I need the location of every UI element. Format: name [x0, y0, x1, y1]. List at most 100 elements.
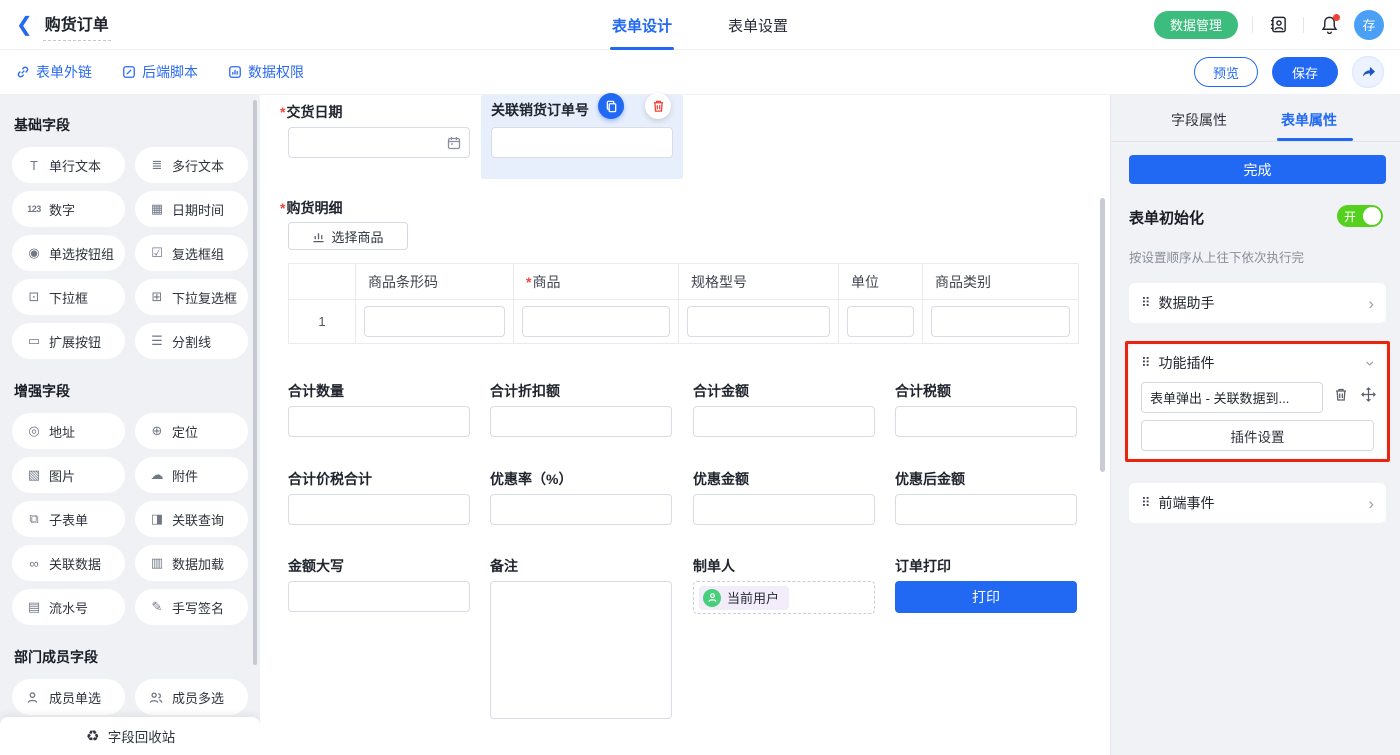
field-label-amount-words: 金额大写 — [288, 556, 344, 576]
field-item-single-line-text[interactable]: T单行文本 — [12, 147, 125, 183]
form-init-label: 表单初始化 — [1129, 207, 1204, 228]
drag-handle-icon[interactable]: ⠿ — [1141, 355, 1150, 371]
field-item-image[interactable]: ▧图片 — [12, 457, 125, 493]
properties-panel: 字段属性 表单属性 完成 表单初始化 开 按设置顺序从上往下依次执行完 ⠿ 数据… — [1110, 95, 1400, 755]
plugin-delete-button[interactable] — [1334, 387, 1348, 402]
contact-book-icon[interactable] — [1267, 14, 1289, 36]
preview-button[interactable]: 预览 — [1194, 57, 1258, 87]
divider-icon: ☰ — [149, 333, 165, 349]
amount-words-input[interactable] — [288, 581, 470, 612]
drag-handle-icon[interactable]: ⠿ — [1141, 495, 1150, 511]
delivery-date-input[interactable] — [288, 127, 470, 158]
row-index: 1 — [289, 300, 356, 344]
select-product-button[interactable]: 选择商品 — [288, 222, 408, 250]
plugin-select[interactable]: 表单弹出 - 关联数据到... — [1141, 382, 1323, 413]
category-input[interactable] — [931, 306, 1070, 337]
back-icon[interactable]: ❮ — [16, 15, 33, 35]
field-item-member-multi[interactable]: 成员多选 — [135, 679, 248, 715]
field-item-dropdown[interactable]: ⊡下拉框 — [12, 279, 125, 315]
total-with-tax-input[interactable] — [288, 494, 470, 525]
data-permission-button[interactable]: 数据权限 — [228, 62, 304, 82]
total-discount-input[interactable] — [490, 406, 672, 437]
notification-dot — [1333, 14, 1340, 21]
single-line-text-icon: T — [26, 158, 42, 173]
copy-field-button[interactable] — [598, 93, 624, 119]
unit-input[interactable] — [847, 306, 914, 337]
extended-button-icon: ▭ — [26, 333, 42, 349]
field-item-data-load[interactable]: ▥数据加载 — [135, 545, 248, 581]
field-item-datetime[interactable]: ▦日期时间 — [135, 191, 248, 227]
tab-form-properties[interactable]: 表单属性 — [1281, 110, 1337, 130]
discount-amount-input[interactable] — [693, 494, 875, 525]
print-button[interactable]: 打印 — [895, 581, 1077, 613]
barcode-input[interactable] — [364, 306, 505, 337]
discount-rate-input[interactable] — [490, 494, 672, 525]
product-input[interactable] — [522, 306, 670, 337]
field-item-checkbox-group[interactable]: ☑复选框组 — [135, 235, 248, 271]
field-item-serial-number[interactable]: ▤流水号 — [12, 589, 125, 625]
plugin-move-button[interactable] — [1361, 387, 1376, 402]
notification-bell-icon[interactable] — [1318, 14, 1340, 36]
field-item-attachment[interactable]: ☁附件 — [135, 457, 248, 493]
dropdown-icon: ⊡ — [26, 289, 42, 305]
share-button[interactable] — [1352, 56, 1384, 88]
after-discount-input[interactable] — [895, 494, 1077, 525]
field-recycle-bin-button[interactable]: ♻ 字段回收站 — [0, 717, 260, 755]
bar-chart-icon — [312, 230, 325, 243]
data-manage-button[interactable]: 数据管理 — [1154, 11, 1238, 39]
tab-form-settings[interactable]: 表单设置 — [728, 0, 788, 50]
delete-field-button[interactable] — [645, 93, 671, 119]
location-icon: ⊕ — [149, 423, 165, 439]
remark-textarea[interactable] — [490, 581, 672, 719]
user-avatar[interactable]: 存 — [1354, 10, 1384, 40]
save-button[interactable]: 保存 — [1272, 57, 1338, 87]
plugin-card-header[interactable]: ⠿ 功能插件 › — [1141, 347, 1374, 379]
field-item-signature[interactable]: ✎手写签名 — [135, 589, 248, 625]
field-item-linked-data[interactable]: ∞关联数据 — [12, 545, 125, 581]
section-title-basic-fields: 基础字段 — [14, 115, 248, 135]
field-item-radio-group[interactable]: ◉单选按钮组 — [12, 235, 125, 271]
external-link-button[interactable]: 表单外链 — [16, 62, 92, 82]
user-person-icon — [703, 589, 721, 607]
field-item-multi-line-text[interactable]: ≣多行文本 — [135, 147, 248, 183]
creator-field[interactable]: 当前用户 — [693, 581, 875, 614]
top-header: ❮ 购货订单 表单设计 表单设置 数据管理 存 — [0, 0, 1400, 50]
spec-input[interactable] — [687, 306, 830, 337]
field-item-subform[interactable]: ⧉子表单 — [12, 501, 125, 537]
section-title-enhanced-fields: 增强字段 — [14, 381, 248, 401]
field-item-location[interactable]: ⊕定位 — [135, 413, 248, 449]
tab-field-properties[interactable]: 字段属性 — [1171, 110, 1227, 130]
related-order-input[interactable] — [491, 127, 673, 158]
field-library-sidebar: 基础字段 T单行文本 ≣多行文本 123数字 ▦日期时间 ◉单选按钮组 ☑复选框… — [0, 95, 260, 755]
canvas-scrollbar[interactable] — [1100, 198, 1105, 472]
header-tabs: 表单设计 表单设置 — [612, 0, 788, 50]
total-tax-input[interactable] — [895, 406, 1077, 437]
card-front-event[interactable]: ⠿ 前端事件 › — [1129, 483, 1386, 523]
script-icon — [122, 65, 136, 79]
field-item-divider[interactable]: ☰分割线 — [135, 323, 248, 359]
sidebar-scrollbar[interactable] — [253, 100, 257, 665]
plugin-settings-button[interactable]: 插件设置 — [1141, 420, 1374, 451]
section-title-member-fields: 部门成员字段 — [14, 647, 248, 667]
field-item-address[interactable]: ◎地址 — [12, 413, 125, 449]
tab-form-design[interactable]: 表单设计 — [612, 0, 672, 50]
form-init-toggle[interactable]: 开 — [1337, 205, 1383, 227]
field-item-number[interactable]: 123数字 — [12, 191, 125, 227]
execution-order-hint: 按设置顺序从上往下依次执行完 — [1129, 247, 1304, 266]
field-label-total-with-tax: 合计价税合计 — [288, 469, 372, 489]
field-item-linked-query[interactable]: ◨关联查询 — [135, 501, 248, 537]
permission-icon — [228, 65, 242, 79]
done-button[interactable]: 完成 — [1129, 155, 1386, 184]
card-data-assistant[interactable]: ⠿ 数据助手 › — [1129, 283, 1386, 323]
form-title[interactable]: 购货订单 — [43, 9, 111, 41]
member-multi-icon — [149, 691, 165, 704]
total-quantity-input[interactable] — [288, 406, 470, 437]
backend-script-button[interactable]: 后端脚本 — [122, 62, 198, 82]
member-single-icon — [26, 691, 42, 704]
field-item-extended-button[interactable]: ▭扩展按钮 — [12, 323, 125, 359]
form-canvas: *交货日期 关联销货订单号 *购货明细 — [260, 95, 1110, 755]
field-item-member-single[interactable]: 成员单选 — [12, 679, 125, 715]
total-amount-input[interactable] — [693, 406, 875, 437]
field-item-dropdown-multi[interactable]: ⊞下拉复选框 — [135, 279, 248, 315]
drag-handle-icon[interactable]: ⠿ — [1141, 295, 1150, 311]
